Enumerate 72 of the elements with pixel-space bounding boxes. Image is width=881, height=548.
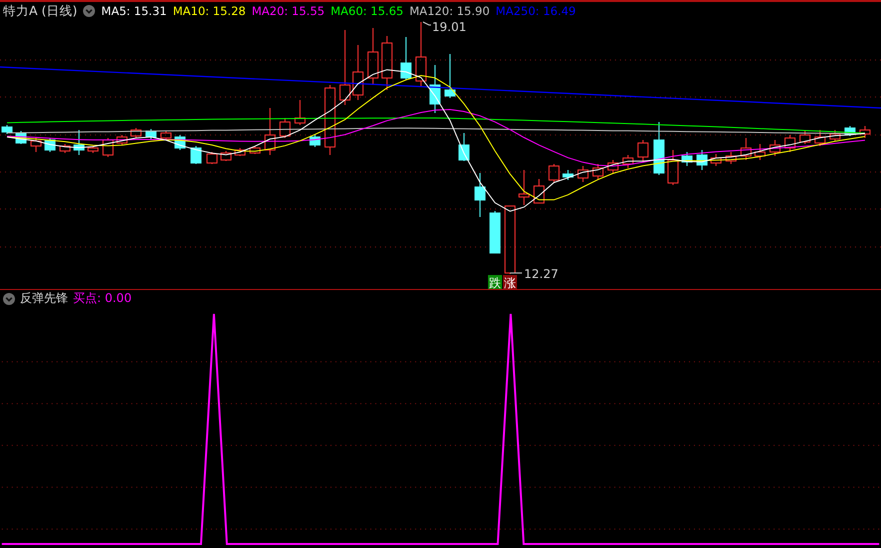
moving-average-reading: MA20: 15.55 [252,4,325,18]
candlestick [844,126,856,136]
candlestick [562,170,574,180]
candlestick [280,118,290,138]
candlestick [324,84,336,156]
candlestick [400,36,412,80]
candlestick [234,148,246,156]
moving-average-reading: MA120: 15.90 [409,4,490,18]
candlestick [368,28,378,86]
low-price-label: 12.27 [524,267,558,281]
candlestick [800,130,810,144]
candlestick [116,134,128,146]
leader-line [422,22,432,26]
candlestick [814,130,826,146]
candlestick [160,130,172,140]
candlestick [74,130,84,156]
candlestick [88,146,98,154]
candlestick [638,140,648,162]
candlestick [190,146,202,164]
candlestick [146,128,156,140]
dropdown-icon[interactable] [83,5,96,17]
candlestick [860,126,870,138]
candlestick [490,210,500,254]
moving-average-reading: MA250: 16.49 [496,4,576,18]
stock-title: 特力A (日线) [3,2,78,20]
candlestick [2,124,12,134]
candlestick [668,150,678,186]
candlestick [784,134,796,152]
candlestick [592,164,604,180]
candlestick [696,150,708,170]
candlestick [250,146,260,154]
indicator-name: 反弹先锋 [20,290,68,307]
candlestick [726,152,736,164]
candlestick [654,122,664,176]
candlestick [622,154,634,168]
candlestick [352,44,364,100]
candlestick [102,138,114,158]
candlestick [474,172,486,218]
candlestick [534,178,544,204]
moving-average-reading: MA60: 15.65 [330,4,404,18]
signal-badge: 涨 [503,275,517,289]
candlestick [578,166,588,182]
candlestick [30,136,42,152]
leader-line [510,272,522,274]
indicator-reading: 买点: 0.00 [73,290,132,307]
candlestick [518,170,530,206]
high-price-label: 19.01 [432,20,466,34]
candlestick [382,36,392,90]
candlestick [220,150,232,162]
candlestick [444,54,456,98]
candlestick [770,140,780,156]
candlestick [710,154,722,166]
candlestick [130,128,142,138]
candlestick [206,152,218,164]
candlestick [458,132,470,162]
dropdown-icon[interactable] [3,292,15,304]
candlestick [294,100,306,126]
candlestick [608,160,618,174]
candlestick [830,130,840,142]
candlestick [682,152,692,166]
signal-badge: 跌 [488,275,502,289]
moving-average-reading: MA5: 15.31 [101,4,167,18]
candlestick [430,64,440,114]
candlestick [264,108,276,156]
candlestick [740,138,752,160]
candlestick [310,134,320,148]
moving-average-reading: MA10: 15.28 [172,4,246,18]
candlestick [416,22,426,86]
candlestick [754,144,766,160]
candlestick [60,144,70,154]
candlestick [504,206,516,274]
candlestick [548,164,560,182]
